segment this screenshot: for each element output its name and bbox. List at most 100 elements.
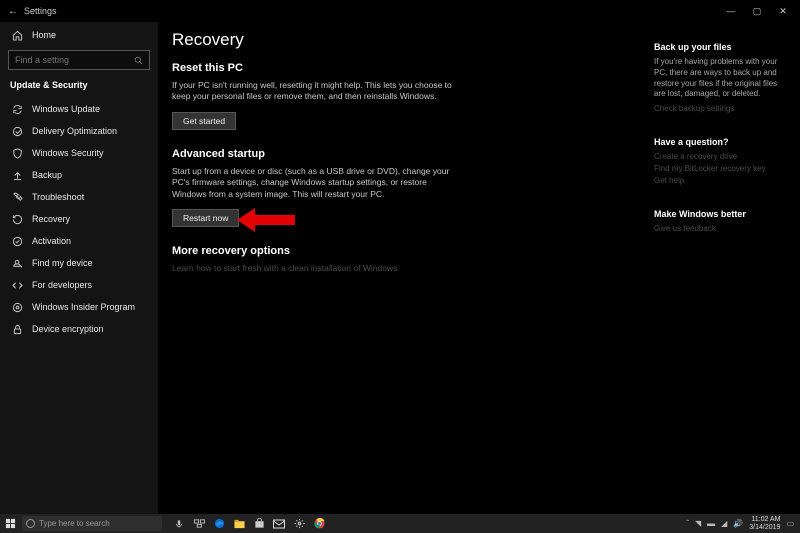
rail-question-heading: Have a question?	[654, 137, 782, 147]
sidebar-item-windows-security[interactable]: Windows Security	[0, 142, 158, 164]
find-icon	[10, 256, 24, 270]
minimize-button[interactable]: —	[718, 0, 744, 22]
sync-icon	[10, 102, 24, 116]
sidebar-item-label: Delivery Optimization	[32, 126, 117, 136]
sidebar-home[interactable]: Home	[0, 24, 158, 46]
chrome-icon[interactable]	[312, 517, 326, 531]
get-started-button[interactable]: Get started	[172, 112, 236, 130]
close-button[interactable]: ✕	[770, 0, 796, 22]
taskbar-search-placeholder: Type here to search	[39, 519, 110, 528]
dev-icon	[10, 278, 24, 292]
tray-battery-icon[interactable]: ▬	[707, 519, 715, 528]
rail-backup-desc: If you're having problems with your PC, …	[654, 57, 782, 100]
tray-wifi-icon[interactable]: ◢	[721, 519, 727, 528]
wrench-icon	[10, 190, 24, 204]
sidebar-item-windows-update[interactable]: Windows Update	[0, 98, 158, 120]
rail-question-link-1[interactable]: Find my BitLocker recovery key	[654, 164, 782, 173]
check-icon	[10, 234, 24, 248]
taskview-icon[interactable]	[192, 517, 206, 531]
store-icon[interactable]	[252, 517, 266, 531]
lock-icon	[10, 322, 24, 336]
rail-backup-link[interactable]: Check backup settings	[654, 104, 782, 113]
rail-backup-heading: Back up your files	[654, 42, 782, 52]
right-rail: Back up your files If you're having prob…	[650, 22, 800, 514]
tray-volume-icon[interactable]: 🔊	[733, 519, 743, 528]
system-tray[interactable]: ˆ ◥ ▬ ◢ 🔊 11:02 AM 3/14/2019 ▭	[686, 516, 800, 531]
sidebar-item-label: Backup	[32, 170, 62, 180]
window-controls: — ▢ ✕	[718, 0, 796, 22]
taskbar-search[interactable]: Type here to search	[22, 516, 162, 531]
advanced-heading: Advanced startup	[172, 148, 630, 160]
sidebar-item-label: Windows Update	[32, 104, 100, 114]
restart-now-button[interactable]: Restart now	[172, 209, 239, 227]
main-area: Recovery Reset this PC If your PC isn't …	[158, 22, 800, 514]
sidebar-item-label: Troubleshoot	[32, 192, 84, 202]
sidebar-item-device-encryption[interactable]: Device encryption	[0, 318, 158, 340]
recovery-icon	[10, 212, 24, 226]
rail-question-link-0[interactable]: Create a recovery drive	[654, 152, 782, 161]
sidebar-item-find-my-device[interactable]: Find my device	[0, 252, 158, 274]
rail-backup: Back up your files If you're having prob…	[654, 42, 782, 113]
settings-window: ← Settings — ▢ ✕ Home Update & Sec	[0, 0, 800, 514]
sidebar-item-label: Device encryption	[32, 324, 104, 334]
rail-better-link[interactable]: Give us feedback	[654, 224, 782, 233]
section-advanced: Advanced startup Start up from a device …	[172, 148, 630, 227]
back-button[interactable]: ←	[4, 6, 22, 17]
advanced-desc: Start up from a device or disc (such as …	[172, 166, 462, 200]
taskbar-pinned	[172, 517, 326, 531]
shield-icon	[10, 146, 24, 160]
taskbar: Type here to search ˆ ◥ ▬ ◢ 🔊 11:02 AM 3…	[0, 514, 800, 533]
section-more: More recovery options Learn how to start…	[172, 245, 630, 273]
maximize-button[interactable]: ▢	[744, 0, 770, 22]
settings-taskbar-icon[interactable]	[292, 517, 306, 531]
explorer-icon[interactable]	[232, 517, 246, 531]
mail-icon[interactable]	[272, 517, 286, 531]
rail-question-link-2[interactable]: Get help	[654, 176, 782, 185]
sidebar-item-label: Recovery	[32, 214, 70, 224]
sidebar-item-delivery-optimization[interactable]: Delivery Optimization	[0, 120, 158, 142]
sidebar-item-recovery[interactable]: Recovery	[0, 208, 158, 230]
rail-better-heading: Make Windows better	[654, 209, 782, 219]
backup-icon	[10, 168, 24, 182]
start-button[interactable]	[0, 514, 20, 533]
delivery-icon	[10, 124, 24, 138]
search-input[interactable]	[15, 55, 134, 65]
page-title: Recovery	[172, 30, 630, 50]
rail-question: Have a question? Create a recovery drive…	[654, 137, 782, 185]
sidebar-item-label: Find my device	[32, 258, 93, 268]
sidebar-item-label: Activation	[32, 236, 71, 246]
sidebar-group-header: Update & Security	[0, 76, 158, 98]
reset-desc: If your PC isn't running well, resetting…	[172, 80, 462, 103]
home-icon	[10, 28, 24, 42]
titlebar: ← Settings — ▢ ✕	[0, 0, 800, 22]
more-heading: More recovery options	[172, 245, 630, 257]
tray-chevron-icon[interactable]: ˆ	[686, 519, 689, 528]
sidebar-item-backup[interactable]: Backup	[0, 164, 158, 186]
sidebar-item-windows-insider-program[interactable]: Windows Insider Program	[0, 296, 158, 318]
rail-better: Make Windows better Give us feedback	[654, 209, 782, 233]
edge-icon[interactable]	[212, 517, 226, 531]
clock-date: 3/14/2019	[749, 524, 780, 532]
sidebar-item-activation[interactable]: Activation	[0, 230, 158, 252]
section-reset: Reset this PC If your PC isn't running w…	[172, 62, 630, 130]
sidebar-item-label: Windows Security	[32, 148, 104, 158]
clock[interactable]: 11:02 AM 3/14/2019	[749, 516, 780, 531]
sidebar-item-label: For developers	[32, 280, 92, 290]
reset-heading: Reset this PC	[172, 62, 630, 74]
insider-icon	[10, 300, 24, 314]
sidebar-item-troubleshoot[interactable]: Troubleshoot	[0, 186, 158, 208]
mic-icon[interactable]	[172, 517, 186, 531]
search-box[interactable]	[8, 50, 150, 70]
sidebar-home-label: Home	[32, 30, 56, 40]
sidebar: Home Update & Security Windows Update Del…	[0, 22, 158, 514]
content: Recovery Reset this PC If your PC isn't …	[158, 22, 650, 514]
action-center-icon[interactable]: ▭	[786, 519, 794, 528]
clock-time: 11:02 AM	[749, 516, 780, 524]
tray-people-icon[interactable]: ◥	[695, 519, 701, 528]
sidebar-item-label: Windows Insider Program	[32, 302, 135, 312]
more-link[interactable]: Learn how to start fresh with a clean in…	[172, 263, 630, 273]
sidebar-item-for-developers[interactable]: For developers	[0, 274, 158, 296]
annotation-arrow-icon	[237, 206, 297, 234]
window-title: Settings	[24, 6, 57, 16]
search-icon	[134, 56, 143, 65]
